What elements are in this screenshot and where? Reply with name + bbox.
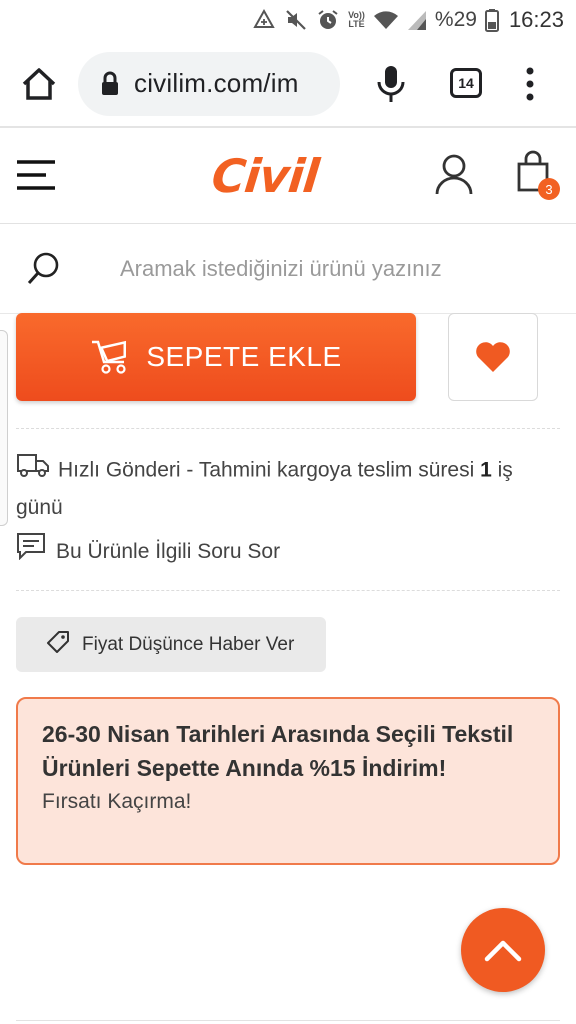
chevron-up-icon xyxy=(484,940,522,962)
ask-question-link[interactable]: Bu Ürünle İlgili Soru Sor xyxy=(16,532,280,572)
shipping-info: Hızlı Gönderi - Tahmini kargoya teslim s… xyxy=(16,452,564,526)
site-logo[interactable]: Civil xyxy=(209,144,362,208)
status-bar: Vo)) LTE %29 16:23 xyxy=(0,0,576,40)
wifi-icon xyxy=(373,9,399,31)
heart-icon xyxy=(476,342,510,372)
truck-icon xyxy=(16,452,50,490)
cart-icon xyxy=(92,340,127,374)
home-button[interactable] xyxy=(18,64,60,104)
favorite-button[interactable] xyxy=(448,313,538,401)
tab-switcher-button[interactable]: 14 xyxy=(450,68,482,98)
promo-title: 26-30 Nisan Tarihleri Arasında Seçili Te… xyxy=(42,721,514,781)
data-saver-icon xyxy=(252,8,276,32)
more-vert-icon xyxy=(526,67,534,101)
shipping-days: 1 xyxy=(480,458,492,482)
site-header: Civil 3 xyxy=(0,130,576,224)
battery-icon xyxy=(484,8,499,32)
shipping-text: Hızlı Gönderi - Tahmini kargoya teslim s… xyxy=(58,458,475,482)
price-alert-label: Fiyat Düşünce Haber Ver xyxy=(82,633,295,655)
divider xyxy=(16,428,560,429)
search-bar xyxy=(0,226,576,314)
volte-icon: Vo)) LTE xyxy=(348,10,365,29)
cart-button[interactable]: 3 xyxy=(514,150,560,200)
hamburger-menu-icon xyxy=(17,160,55,190)
user-icon xyxy=(435,154,473,195)
add-to-cart-label: SEPETE EKLE xyxy=(146,341,342,372)
ask-question-label: Bu Ürünle İlgili Soru Sor xyxy=(56,540,281,563)
url-text: civilim.com/im xyxy=(134,68,299,98)
search-button[interactable] xyxy=(26,250,62,286)
signal-icon xyxy=(407,9,427,31)
promo-banner: 26-30 Nisan Tarihleri Arasında Seçili Te… xyxy=(16,697,560,865)
clock: 16:23 xyxy=(508,7,564,32)
mute-icon xyxy=(284,8,308,32)
battery-percent: %29 xyxy=(434,8,477,31)
divider xyxy=(16,590,560,591)
account-button[interactable] xyxy=(434,152,474,196)
alarm-icon xyxy=(316,8,340,32)
address-bar[interactable]: civilim.com/im xyxy=(78,52,340,116)
price-alert-button[interactable]: Fiyat Düşünce Haber Ver xyxy=(16,617,326,672)
add-to-cart-button[interactable]: SEPETE EKLE xyxy=(16,313,416,401)
lock-icon xyxy=(100,71,120,102)
mic-icon xyxy=(377,66,405,102)
logo-text: Civil xyxy=(209,149,321,203)
scroll-to-top-button[interactable] xyxy=(461,908,545,992)
status-icons: Vo)) LTE %29 16:23 xyxy=(252,6,564,34)
voice-search-button[interactable] xyxy=(374,64,408,104)
cart-count-badge: 3 xyxy=(538,178,560,200)
browser-menu-button[interactable] xyxy=(520,64,540,104)
promo-subtitle: Fırsatı Kaçırma! xyxy=(42,790,192,813)
divider xyxy=(16,1020,560,1021)
menu-button[interactable] xyxy=(16,158,56,192)
tag-icon xyxy=(46,630,70,660)
side-panel-handle[interactable] xyxy=(0,330,8,526)
search-icon xyxy=(27,252,59,285)
browser-toolbar: civilim.com/im 14 xyxy=(0,40,576,128)
chat-icon xyxy=(16,532,46,572)
search-input[interactable] xyxy=(100,246,550,292)
home-icon xyxy=(22,68,56,100)
